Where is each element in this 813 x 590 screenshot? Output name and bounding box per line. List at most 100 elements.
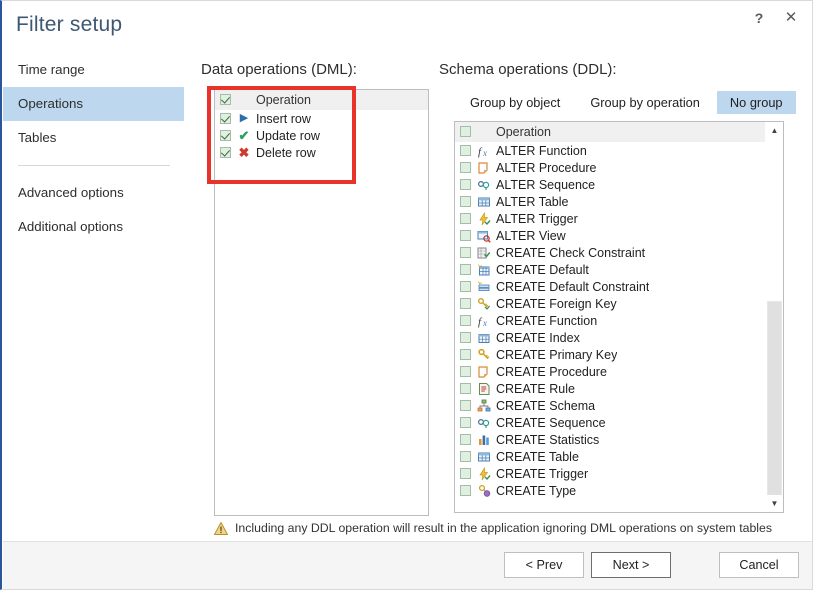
row-checkbox[interactable]	[460, 417, 471, 428]
group-by-object-button[interactable]: Group by object	[457, 91, 573, 114]
row-label: CREATE Statistics	[496, 433, 599, 447]
row-checkbox[interactable]	[460, 383, 471, 394]
sidebar: Time range Operations Tables Advanced op…	[3, 53, 184, 523]
warning-icon	[214, 522, 228, 535]
ddl-row[interactable]: CREATE Foreign Key	[455, 295, 766, 312]
help-icon[interactable]: ?	[746, 6, 772, 30]
ddl-operations-list[interactable]: Operation fxALTER FunctionALTER Procedur…	[454, 121, 784, 513]
row-checkbox[interactable]	[220, 147, 231, 158]
row-checkbox[interactable]	[460, 451, 471, 462]
ddl-row[interactable]: fxCREATE Function	[455, 312, 766, 329]
scrollbar-thumb[interactable]	[767, 301, 782, 497]
row-label: CREATE Rule	[496, 382, 575, 396]
ddl-list-header[interactable]: Operation	[455, 122, 766, 142]
ddl-row[interactable]: ALTER Sequence	[455, 176, 766, 193]
row-checkbox[interactable]	[460, 366, 471, 377]
ddl-row[interactable]: CREATE Trigger	[455, 465, 766, 482]
row-checkbox[interactable]	[460, 468, 471, 479]
row-checkbox[interactable]	[460, 247, 471, 258]
sidebar-item-operations[interactable]: Operations	[3, 87, 184, 121]
row-checkbox[interactable]	[220, 113, 231, 124]
warning-text: Including any DDL operation will result …	[235, 521, 772, 535]
ddl-row[interactable]: ALTER View	[455, 227, 766, 244]
scroll-up-icon[interactable]: ▲	[766, 122, 783, 139]
cancel-button[interactable]: Cancel	[719, 552, 799, 578]
row-checkbox[interactable]	[460, 434, 471, 445]
ddl-header-icon-slot	[476, 125, 492, 139]
ddl-row[interactable]: CREATE Sequence	[455, 414, 766, 431]
ddl-row[interactable]: CREATE Index	[455, 329, 766, 346]
row-checkbox[interactable]	[460, 332, 471, 343]
row-checkbox[interactable]	[460, 179, 471, 190]
dml-operations-list[interactable]: Operation ▶Insert row✔Update row✖Delete …	[214, 89, 429, 516]
row-checkbox[interactable]	[460, 400, 471, 411]
row-checkbox[interactable]	[460, 485, 471, 496]
ddl-row[interactable]: CREATE Table	[455, 448, 766, 465]
row-checkbox[interactable]	[460, 213, 471, 224]
sidebar-item-additional-options[interactable]: Additional options	[3, 210, 184, 244]
row-label: CREATE Default	[496, 263, 589, 277]
ddl-row[interactable]: CREATE Default	[455, 261, 766, 278]
ddl-row[interactable]: CREATE Procedure	[455, 363, 766, 380]
dml-row[interactable]: ▶Insert row	[215, 110, 428, 127]
icon-glyph: ✖	[239, 146, 250, 159]
ddl-row[interactable]: CREATE Primary Key	[455, 346, 766, 363]
index-icon	[476, 331, 492, 345]
table-icon	[476, 195, 492, 209]
prev-button[interactable]: < Prev	[504, 552, 584, 578]
row-checkbox[interactable]	[460, 349, 471, 360]
ddl-header-label: Operation	[496, 125, 551, 139]
row-label: CREATE Primary Key	[496, 348, 617, 362]
no-group-button[interactable]: No group	[717, 91, 796, 114]
dml-row[interactable]: ✖Delete row	[215, 144, 428, 161]
sidebar-item-tables[interactable]: Tables	[3, 121, 184, 155]
ddl-row[interactable]: CREATE Check Constraint	[455, 244, 766, 261]
row-label: CREATE Trigger	[496, 467, 588, 481]
row-label: CREATE Sequence	[496, 416, 606, 430]
trigger-icon	[476, 212, 492, 226]
row-checkbox[interactable]	[460, 298, 471, 309]
row-checkbox[interactable]	[460, 162, 471, 173]
row-checkbox[interactable]	[460, 145, 471, 156]
row-checkbox[interactable]	[460, 230, 471, 241]
scroll-down-icon[interactable]: ▼	[766, 495, 783, 512]
row-checkbox[interactable]	[460, 264, 471, 275]
ddl-row[interactable]: ALTER Procedure	[455, 159, 766, 176]
row-label: CREATE Foreign Key	[496, 297, 617, 311]
ddl-row[interactable]: CREATE Rule	[455, 380, 766, 397]
primary-key-icon	[476, 348, 492, 362]
row-checkbox[interactable]	[460, 315, 471, 326]
dml-header-checkbox[interactable]	[220, 94, 231, 105]
row-checkbox[interactable]	[220, 130, 231, 141]
row-checkbox[interactable]	[460, 196, 471, 207]
icon-glyph: ✔	[239, 129, 250, 142]
check-constraint-icon	[476, 246, 492, 260]
type-icon	[476, 484, 492, 498]
sidebar-item-advanced-options[interactable]: Advanced options	[3, 176, 184, 210]
function-icon: fx	[476, 144, 492, 158]
sidebar-item-time-range[interactable]: Time range	[3, 53, 184, 87]
ddl-row[interactable]: fxALTER Function	[455, 142, 766, 159]
ddl-row-container: fxALTER FunctionALTER Procedure ALTER Seq…	[455, 142, 766, 499]
trigger-icon	[476, 467, 492, 481]
ddl-scrollbar[interactable]: ▲ ▼	[765, 122, 783, 512]
ddl-row[interactable]: CREATE Default Constraint	[455, 278, 766, 295]
ddl-row[interactable]: CREATE Type	[455, 482, 766, 499]
ddl-row[interactable]: ALTER Trigger	[455, 210, 766, 227]
dml-list-header[interactable]: Operation	[215, 90, 428, 110]
ddl-row[interactable]: CREATE Statistics	[455, 431, 766, 448]
page-title: Filter setup	[16, 13, 122, 37]
close-icon[interactable]: ✕	[778, 6, 804, 30]
insert-row-icon: ▶	[236, 112, 252, 126]
ddl-header-checkbox[interactable]	[460, 126, 471, 137]
ddl-row[interactable]: CREATE Schema	[455, 397, 766, 414]
ddl-row[interactable]: ALTER Table	[455, 193, 766, 210]
row-checkbox[interactable]	[460, 281, 471, 292]
row-label: CREATE Index	[496, 331, 580, 345]
row-label: ALTER Sequence	[496, 178, 595, 192]
title-bar: Filter setup ? ✕	[2, 1, 812, 49]
next-button[interactable]: Next >	[591, 552, 671, 578]
default-icon	[476, 263, 492, 277]
dml-row[interactable]: ✔Update row	[215, 127, 428, 144]
group-by-operation-button[interactable]: Group by operation	[577, 91, 713, 114]
